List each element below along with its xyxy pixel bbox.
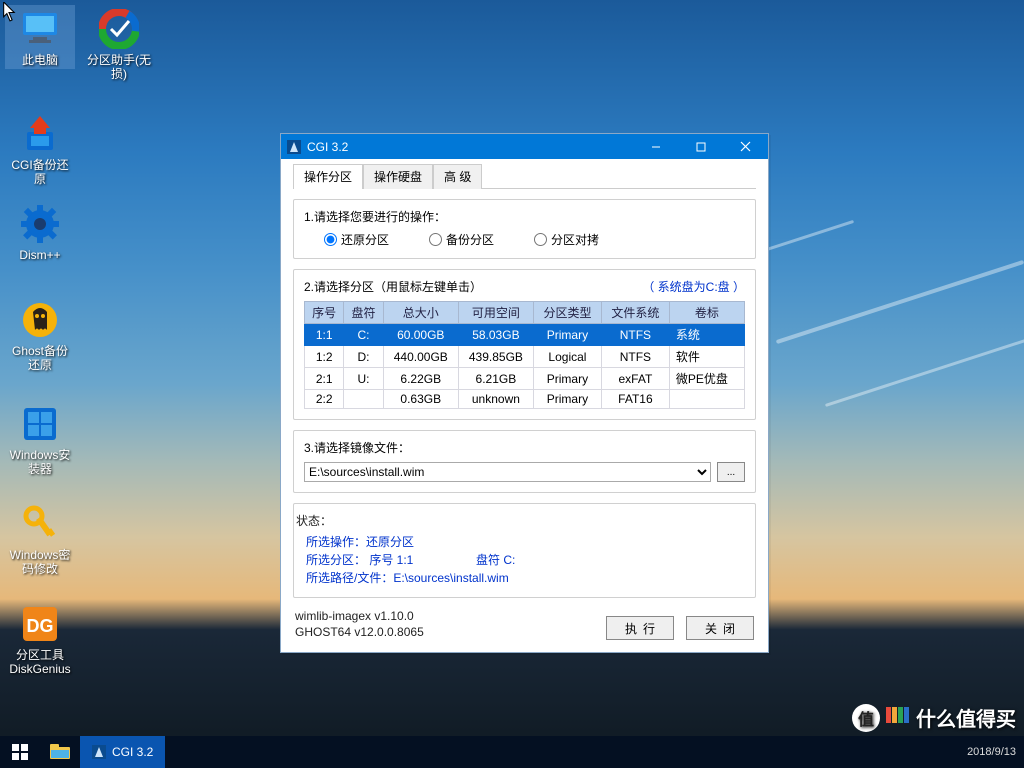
system-disk-hint: （ 系统盘为C:盘 ）	[642, 278, 745, 295]
desktop-icon-label: Windows安装器	[5, 446, 75, 478]
desktop-icon-label: Dism++	[5, 246, 75, 264]
taskbar-item-cgi[interactable]: CGI 3.2	[80, 736, 165, 768]
start-button[interactable]	[0, 736, 40, 768]
desktop-icon-label: 此电脑	[5, 51, 75, 69]
section-status: 状态： 所选操作：还原分区 所选分区： 序号 1:1盘符 C: 所选路径/文件：…	[293, 503, 756, 598]
table-header: 盘符	[344, 302, 383, 324]
desktop-icon-label: Windows密码修改	[5, 546, 75, 578]
app-icon	[287, 140, 301, 154]
table-row[interactable]: 1:1C:60.00GB58.03GBPrimaryNTFS系统	[305, 324, 745, 346]
tab-partition[interactable]: 操作分区	[293, 164, 363, 189]
desktop-icon-password-reset[interactable]: Windows密码修改	[5, 500, 75, 578]
desktop-icon-label: 分区助手(无损)	[84, 51, 154, 83]
desktop-icon-partition-assistant[interactable]: 分区助手(无损)	[84, 5, 154, 83]
watermark-icon: 值	[852, 704, 880, 732]
table-header: 序号	[305, 302, 344, 324]
desktop-icon-label: Ghost备份还原	[5, 342, 75, 374]
watermark: 值 什么值得买	[852, 703, 1016, 732]
table-header: 卷标	[669, 302, 744, 324]
taskbar-date: 2018/9/13	[967, 746, 1024, 758]
status-path: 所选路径/文件：E:\sources\install.wim	[296, 569, 745, 587]
desktop-icon-diskgenius[interactable]: DG 分区工具DiskGenius	[5, 600, 75, 678]
section-image: 3.请选择镜像文件： E:\sources\install.wim ...	[293, 430, 756, 493]
status-partition: 所选分区： 序号 1:1盘符 C:	[296, 551, 745, 569]
section-title: 1.请选择您要进行的操作：	[304, 208, 745, 225]
minimize-button[interactable]	[633, 134, 678, 159]
section-title: 3.请选择镜像文件：	[304, 439, 745, 456]
close-app-button[interactable]: 关闭	[686, 616, 754, 640]
table-header: 总大小	[383, 302, 458, 324]
explorer-button[interactable]	[40, 736, 80, 768]
section-title: 2.请选择分区（用鼠标左键单击）	[304, 278, 482, 295]
desktop-icon-ghost-backup[interactable]: Ghost备份还原	[5, 296, 75, 374]
table-row[interactable]: 2:1U:6.22GB6.21GBPrimaryexFAT微PE优盘	[305, 368, 745, 390]
table-header: 可用空间	[458, 302, 533, 324]
window-title: CGI 3.2	[307, 140, 348, 154]
taskbar-item-label: CGI 3.2	[112, 745, 153, 759]
desktop-icon-label: 分区工具DiskGenius	[5, 646, 75, 678]
desktop-icon-this-pc[interactable]: 此电脑	[5, 5, 75, 69]
app-icon	[92, 745, 106, 759]
status-heading: 状态：	[296, 512, 745, 529]
tabs: 操作分区 操作硬盘 高 级	[293, 163, 756, 189]
status-operation: 所选操作：还原分区	[296, 533, 745, 551]
desktop-icon-windows-installer[interactable]: Windows安装器	[5, 400, 75, 478]
table-header: 文件系统	[601, 302, 669, 324]
radio-restore[interactable]: 还原分区	[324, 231, 389, 248]
radio-backup[interactable]: 备份分区	[429, 231, 494, 248]
titlebar[interactable]: CGI 3.2	[281, 134, 768, 159]
desktop-icon-cgi-backup[interactable]: CGI备份还原	[5, 110, 75, 188]
browse-button[interactable]: ...	[717, 462, 745, 482]
execute-button[interactable]: 执行	[606, 616, 674, 640]
watermark-bars	[886, 706, 910, 729]
cgi-window: CGI 3.2 操作分区 操作硬盘 高 级 1.请选择您要进行的操作： 还原分区…	[280, 133, 769, 653]
taskbar: CGI 3.2 2018/9/13	[0, 736, 1024, 768]
desktop-icon-dism[interactable]: Dism++	[5, 200, 75, 264]
maximize-button[interactable]	[678, 134, 723, 159]
svg-text:DG: DG	[27, 616, 54, 636]
version-info: wimlib-imagex v1.10.0 GHOST64 v12.0.0.80…	[295, 608, 424, 640]
radio-copy[interactable]: 分区对拷	[534, 231, 599, 248]
partition-table[interactable]: 序号盘符总大小可用空间分区类型文件系统卷标 1:1C:60.00GB58.03G…	[304, 301, 745, 409]
watermark-text: 什么值得买	[916, 703, 1016, 732]
tab-disk[interactable]: 操作硬盘	[363, 164, 433, 189]
tab-advanced[interactable]: 高 级	[433, 164, 482, 189]
desktop-icon-label: CGI备份还原	[5, 156, 75, 188]
table-header: 分区类型	[533, 302, 601, 324]
section-partition: 2.请选择分区（用鼠标左键单击） （ 系统盘为C:盘 ） 序号盘符总大小可用空间…	[293, 269, 756, 420]
close-button[interactable]	[723, 134, 768, 159]
image-path-select[interactable]: E:\sources\install.wim	[304, 462, 711, 482]
table-row[interactable]: 2:20.63GBunknownPrimaryFAT16	[305, 390, 745, 409]
section-operation: 1.请选择您要进行的操作： 还原分区 备份分区 分区对拷	[293, 199, 756, 259]
table-row[interactable]: 1:2D:440.00GB439.85GBLogicalNTFS软件	[305, 346, 745, 368]
